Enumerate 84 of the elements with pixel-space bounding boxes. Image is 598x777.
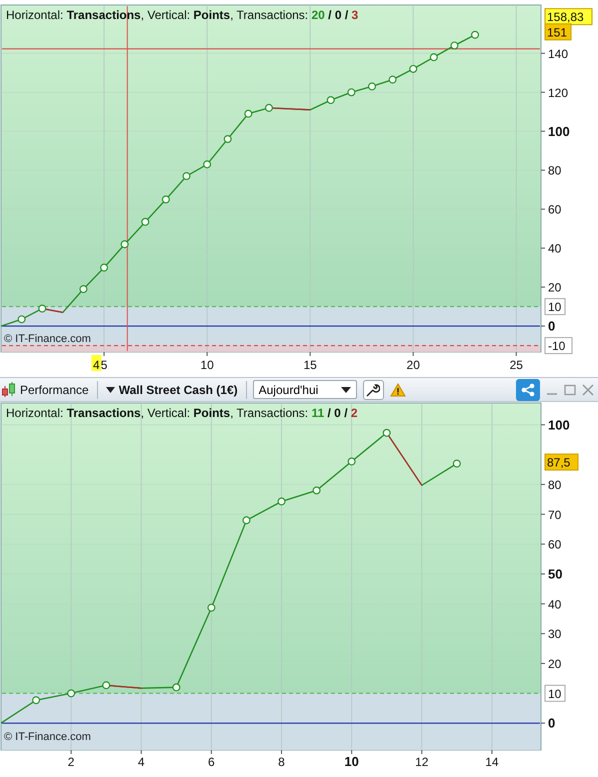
data-point xyxy=(18,315,26,324)
data-point xyxy=(207,604,216,612)
data-point xyxy=(38,304,46,312)
indicator-button[interactable]: Performance xyxy=(0,382,91,398)
data-point xyxy=(471,30,479,39)
wrench-button[interactable] xyxy=(362,380,384,400)
instrument-dropdown[interactable]: Wall Street Cash (1€) xyxy=(104,382,240,396)
level-label: -10 xyxy=(544,337,572,354)
axis-label: 80 xyxy=(548,478,562,492)
data-point xyxy=(224,135,232,143)
data-point xyxy=(388,76,397,84)
data-point xyxy=(141,218,150,226)
axis-label: 20 xyxy=(548,280,562,295)
data-point xyxy=(382,428,391,437)
chart-legend: Horizontal: Transactions, Vertical: Points, Transactions: 11 / 0 / 2 xyxy=(6,406,358,420)
data-point xyxy=(100,264,108,272)
axis-label: 20 xyxy=(548,656,562,671)
value-badge: 151 xyxy=(544,23,572,40)
share-button[interactable] xyxy=(516,378,540,400)
level-label: 10 xyxy=(544,684,566,702)
ref-line-label: 10 xyxy=(548,686,562,701)
data-point xyxy=(67,689,76,698)
data-point xyxy=(162,196,170,204)
period-select[interactable]: Aujourd'hui xyxy=(252,380,357,399)
axis-label: 4 xyxy=(138,755,145,769)
data-point xyxy=(450,42,458,50)
axis-label: 0 xyxy=(548,318,556,334)
data-point xyxy=(265,104,273,112)
value-badge: 158,83 xyxy=(544,8,592,26)
axis-label: 40 xyxy=(548,242,562,256)
maximize-icon[interactable] xyxy=(564,384,576,396)
share-icon xyxy=(521,382,535,396)
wrench-icon xyxy=(366,382,380,396)
axis-label: 2 xyxy=(68,755,74,769)
axis-label: 8 xyxy=(278,755,285,769)
ref-line-label: -10 xyxy=(548,339,566,354)
data-point xyxy=(172,683,180,692)
axis-label: 60 xyxy=(548,538,562,552)
data-point xyxy=(80,285,88,294)
caret-icon xyxy=(106,386,115,392)
data-point xyxy=(348,458,356,466)
axis-label: 10 xyxy=(200,358,214,372)
data-point xyxy=(278,498,286,506)
data-point xyxy=(203,160,212,168)
data-point xyxy=(409,64,418,73)
data-point xyxy=(312,486,321,494)
axis-label: 100 xyxy=(548,417,570,432)
axis-label: 15 xyxy=(303,358,317,372)
ref-line-label: 10 xyxy=(548,300,562,314)
axis-label: 120 xyxy=(548,86,568,100)
copyright-text: © IT-Finance.com xyxy=(4,731,91,743)
axis-label: 40 xyxy=(548,597,562,612)
cursor-badge: 4 xyxy=(91,355,102,372)
axis-label: 10 xyxy=(344,754,359,769)
data-point xyxy=(242,516,250,524)
axis-label: 6 xyxy=(208,755,215,769)
axis-label: 60 xyxy=(548,202,562,217)
axis-label: 20 xyxy=(406,358,420,372)
axis-label: 0 xyxy=(548,716,556,731)
data-point xyxy=(452,460,461,468)
axis-label: 140 xyxy=(548,46,568,61)
axis-label: 50 xyxy=(548,566,562,582)
warning-icon xyxy=(390,382,406,396)
axis-label: 12 xyxy=(415,755,428,769)
level-label: 10 xyxy=(544,298,566,316)
axis-label: 100 xyxy=(548,124,570,139)
data-point xyxy=(347,88,356,96)
data-point xyxy=(182,172,190,180)
caret-icon xyxy=(340,386,351,392)
copyright-text: © IT-Finance.com xyxy=(4,333,91,345)
close-icon[interactable] xyxy=(582,384,594,396)
data-point xyxy=(32,696,40,704)
axis-label: 25 xyxy=(510,358,523,372)
axis-label: 14 xyxy=(485,755,499,769)
axis-label: 80 xyxy=(548,164,562,178)
data-point xyxy=(430,53,438,62)
candlestick-icon xyxy=(2,382,16,398)
axis-label: 30 xyxy=(548,627,562,642)
data-point xyxy=(326,96,335,104)
data-point xyxy=(120,240,129,248)
axis-label: 70 xyxy=(548,508,562,522)
data-point xyxy=(102,681,110,690)
value-badge: 87,5 xyxy=(544,454,578,471)
data-point xyxy=(244,110,252,118)
